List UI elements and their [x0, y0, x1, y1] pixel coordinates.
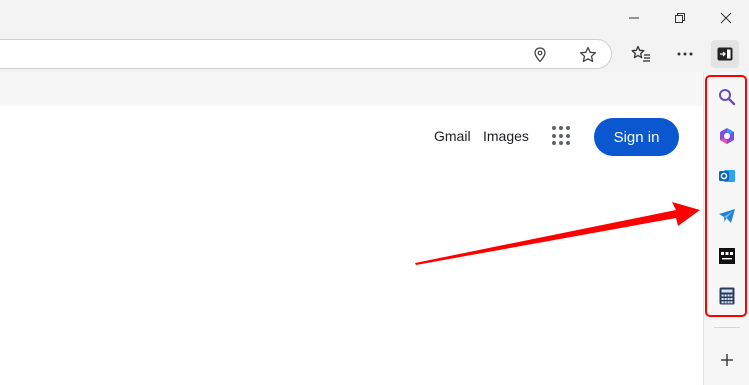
restore-icon[interactable]: [666, 6, 694, 30]
more-options-icon[interactable]: [671, 40, 699, 68]
minimize-icon[interactable]: [620, 6, 648, 30]
sign-in-button[interactable]: Sign in: [594, 118, 679, 156]
favorites-icon[interactable]: [627, 40, 655, 68]
page-content: Gmail Images Sign in: [0, 106, 703, 385]
gmail-link[interactable]: Gmail: [434, 128, 471, 144]
add-icon[interactable]: [715, 348, 739, 372]
title-bar: [0, 0, 749, 36]
location-icon[interactable]: [529, 44, 551, 66]
browser-toolbar: [0, 36, 749, 72]
add-favorite-star-icon[interactable]: [577, 44, 599, 66]
highlight-box: [705, 75, 747, 317]
google-apps-icon[interactable]: [552, 126, 572, 146]
address-bar[interactable]: [0, 39, 612, 69]
sidebar-divider: [714, 327, 740, 328]
images-link[interactable]: Images: [483, 128, 529, 144]
favorites-bar: [0, 72, 703, 107]
close-icon[interactable]: [712, 6, 740, 30]
sidebar-toggle-icon[interactable]: [711, 40, 739, 68]
